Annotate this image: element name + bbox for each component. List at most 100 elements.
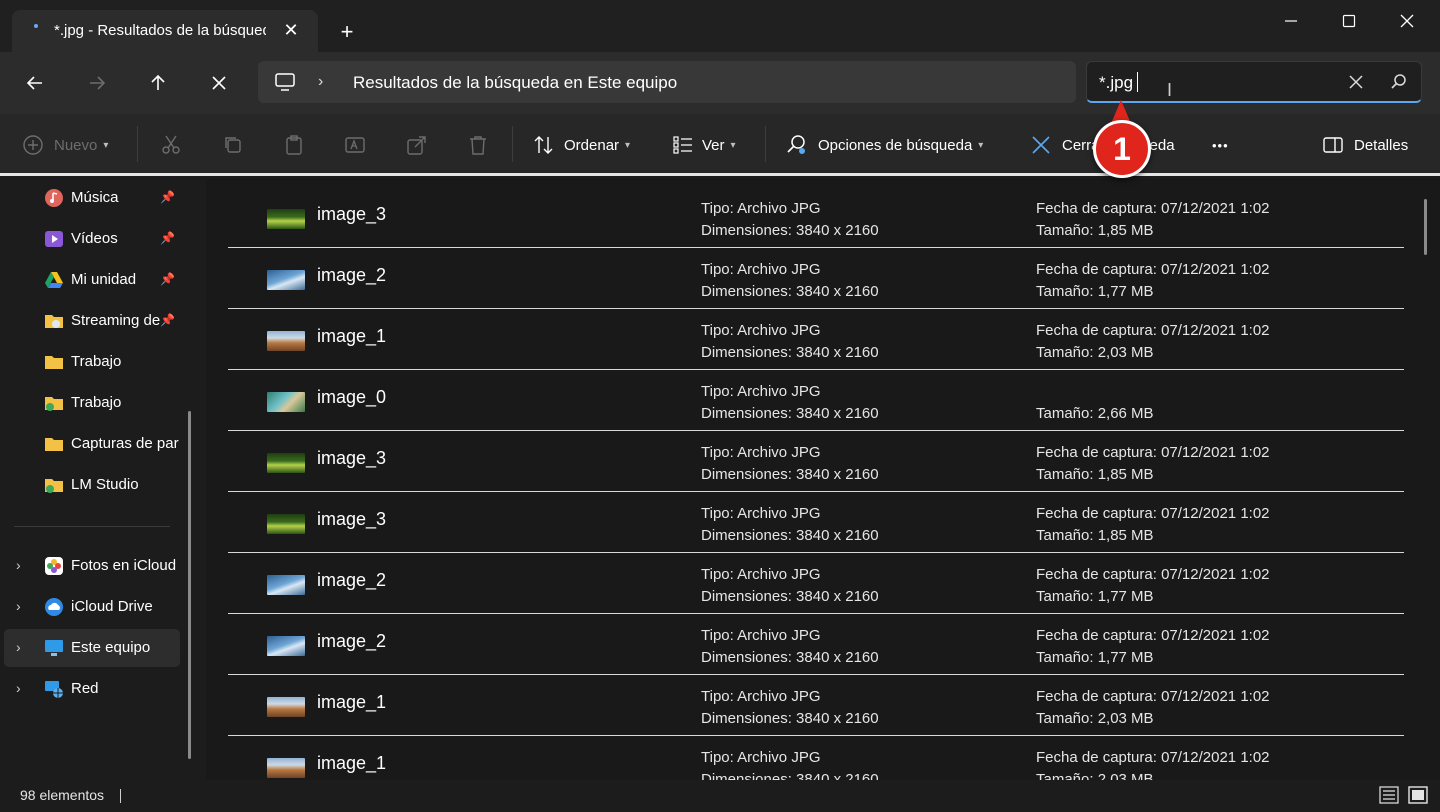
search-options-button[interactable]: Opciones de búsqueda ▾ [785,132,983,158]
details-label: Detalles [1354,136,1409,154]
share-icon [407,136,426,155]
file-type: Tipo: Archivo JPG [701,749,821,766]
file-type: Tipo: Archivo JPG [701,200,821,217]
sidebar-item-label: iCloud Drive [71,598,153,615]
address-bar[interactable]: › Resultados de la búsqueda en Este equi… [258,61,1076,103]
toolbar-divider [137,126,138,162]
file-size: Tamaño: 2,66 MB [1036,405,1154,422]
capture-date: Fecha de captura: 07/12/2021 1:02 [1036,505,1270,522]
close-window-button[interactable] [1384,6,1430,36]
up-button[interactable] [141,66,175,100]
chevron-right-icon[interactable]: › [16,639,21,655]
folder-sync-icon [45,479,63,493]
search-input[interactable]: *.jpg I [1086,61,1422,103]
computer-icon [275,73,295,91]
capture-date: Fecha de captura: 07/12/2021 1:02 [1036,627,1270,644]
list-item[interactable]: image_2 Tipo: Archivo JPG Dimensiones: 3… [228,553,1404,614]
close-icon [1032,136,1050,154]
pin-icon[interactable]: 📌 [160,231,175,245]
status-divider [120,789,121,803]
back-button[interactable] [18,66,52,100]
maximize-button[interactable] [1326,6,1372,36]
scissors-icon [162,135,180,154]
search-icon[interactable] [1390,73,1408,91]
list-item[interactable]: image_0 Tipo: Archivo JPG Dimensiones: 3… [228,370,1404,431]
paste-button[interactable] [283,132,305,158]
sidebar-item-icloud-drive[interactable]: › iCloud Drive [4,588,180,626]
sidebar-item-mi-unidad[interactable]: Mi unidad 📌 [4,261,180,299]
chevron-right-icon[interactable]: › [16,598,21,614]
file-dimensions: Dimensiones: 3840 x 2160 [701,649,879,666]
new-button[interactable]: Nuevo ▾ [22,132,108,158]
clear-search-icon[interactable] [1345,71,1367,93]
tiles-view-button[interactable] [1407,784,1429,806]
file-size: Tamaño: 2,03 MB [1036,710,1154,727]
forward-button[interactable] [80,66,114,100]
file-name: image_1 [317,326,387,346]
new-tab-button[interactable]: + [334,19,360,45]
sort-button[interactable]: Ordenar ▾ [533,132,630,158]
tab-search-results[interactable]: *.jpg - Resultados de la búsqueda ✕ [12,10,318,52]
capture-date: Fecha de captura: 07/12/2021 1:02 [1036,444,1270,461]
sidebar-item-lm-studio[interactable]: LM Studio [4,466,180,504]
sidebar-item-streaming[interactable]: Streaming de 📌 [4,302,180,340]
sidebar-item-capturas[interactable]: Capturas de par [4,425,180,463]
file-size: Tamaño: 2,03 MB [1036,771,1154,780]
pin-icon[interactable]: 📌 [160,313,175,327]
chevron-right-icon[interactable]: › [16,557,21,573]
maximize-icon [1342,14,1356,28]
navigation-pane: Música 📌 Vídeos 📌 Mi unidad 📌 Streaming … [0,179,204,780]
content-scrollbar[interactable] [1424,199,1427,255]
close-icon [212,76,226,90]
file-type: Tipo: Archivo JPG [701,383,821,400]
list-item[interactable]: image_2 Tipo: Archivo JPG Dimensiones: 3… [228,248,1404,309]
sidebar-item-este-equipo[interactable]: › Este equipo [4,629,180,667]
file-type: Tipo: Archivo JPG [701,627,821,644]
sidebar-item-trabajo-sync[interactable]: Trabajo [4,384,180,422]
rename-button[interactable] [344,132,366,158]
sidebar-item-trabajo[interactable]: Trabajo [4,343,180,381]
sidebar-item-videos[interactable]: Vídeos 📌 [4,220,180,258]
list-item[interactable]: image_1 Tipo: Archivo JPG Dimensiones: 3… [228,675,1404,736]
image-thumbnail [267,758,305,778]
file-type: Tipo: Archivo JPG [701,566,821,583]
file-dimensions: Dimensiones: 3840 x 2160 [701,527,879,544]
delete-button[interactable] [467,132,489,158]
list-item[interactable]: image_1 Tipo: Archivo JPG Dimensiones: 3… [228,736,1404,780]
sidebar-item-musica[interactable]: Música 📌 [4,179,180,217]
new-button-label: Nuevo [54,136,98,154]
chevron-right-icon[interactable]: › [16,680,21,696]
list-item[interactable]: image_1 Tipo: Archivo JPG Dimensiones: 3… [228,309,1404,370]
sidebar-scrollbar[interactable] [188,411,191,759]
more-options-button[interactable]: ••• [1212,132,1229,158]
list-item[interactable]: image_3 Tipo: Archivo JPG Dimensiones: 3… [228,431,1404,492]
capture-date: Fecha de captura: 07/12/2021 1:02 [1036,566,1270,583]
sidebar-item-label: Este equipo [71,639,151,656]
cut-button[interactable] [160,132,182,158]
list-item[interactable]: image_2 Tipo: Archivo JPG Dimensiones: 3… [228,614,1404,675]
arrow-right-icon [90,76,106,90]
share-button[interactable] [406,132,428,158]
copy-button[interactable] [222,132,244,158]
details-view-button[interactable] [1378,784,1400,806]
tab-close-button[interactable]: ✕ [280,19,302,41]
sidebar-item-label: Capturas de par [71,435,179,452]
breadcrumb-path[interactable]: Resultados de la búsqueda en Este equipo [353,73,677,93]
list-item[interactable]: image_3 Tipo: Archivo JPG Dimensiones: 3… [228,492,1404,553]
pin-icon[interactable]: 📌 [160,190,175,204]
sidebar-item-fotos-icloud[interactable]: › Fotos en iCloud [4,547,180,585]
clipboard-icon [286,135,302,155]
chevron-down-icon: ▾ [978,139,984,151]
view-button[interactable]: Ver ▾ [672,132,736,158]
details-button[interactable]: Detalles [1322,132,1408,158]
list-item[interactable]: image_3 Tipo: Archivo JPG Dimensiones: 3… [228,187,1404,248]
file-name: image_3 [317,448,387,468]
minimize-button[interactable] [1268,6,1314,36]
image-thumbnail [267,270,305,290]
sidebar-item-red[interactable]: › Red [4,670,180,708]
toolbar-divider [765,126,766,162]
stop-button[interactable] [202,66,236,100]
breadcrumb-chevron-icon[interactable]: › [318,73,323,91]
minimize-icon [1285,20,1297,22]
pin-icon[interactable]: 📌 [160,272,175,286]
